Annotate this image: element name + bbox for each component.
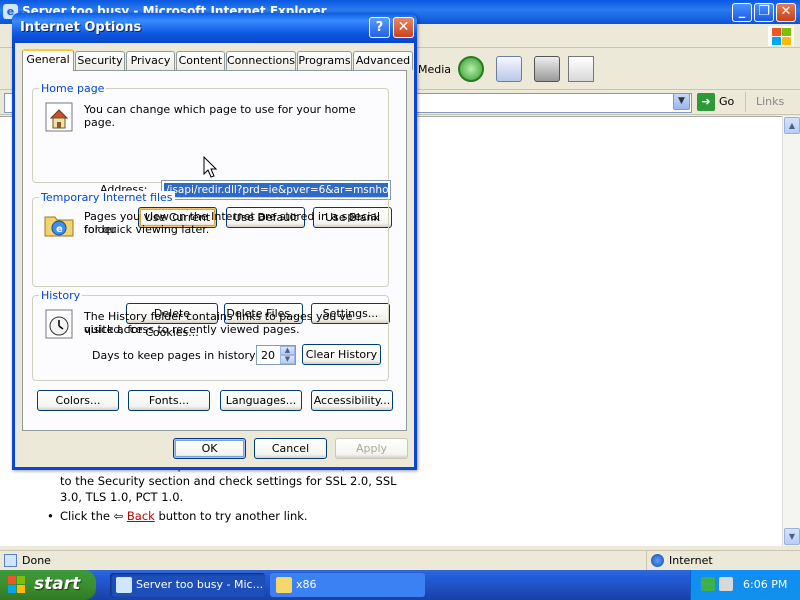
taskbar: start Server too busy - Mic... x86 6:06 …	[0, 570, 800, 600]
task-label: Server too busy - Mic...	[136, 578, 264, 591]
start-button[interactable]: start	[0, 570, 96, 600]
svg-text:e: e	[56, 224, 63, 235]
clock[interactable]: 6:06 PM	[743, 578, 787, 591]
tab-privacy[interactable]: Privacy	[126, 51, 175, 70]
days-to-keep-stepper[interactable]: 20 ▲ ▼	[256, 345, 296, 365]
tab-programs[interactable]: Programs	[297, 51, 352, 70]
temp-text-line2: for quick viewing later.	[84, 223, 210, 236]
apply-button[interactable]: Apply	[335, 438, 408, 459]
tab-general[interactable]: General	[22, 49, 74, 71]
zone-label: Internet	[669, 554, 713, 567]
home-page-icon	[45, 102, 73, 132]
print-icon[interactable]	[534, 56, 560, 82]
system-tray: 6:06 PM	[690, 570, 800, 600]
group-label: Temporary Internet files	[39, 191, 175, 204]
back-link[interactable]: Back	[127, 509, 155, 523]
spin-up-icon[interactable]: ▲	[280, 346, 295, 355]
dialog-title-bar[interactable]: Internet Options	[12, 13, 417, 43]
globe-icon	[651, 554, 664, 567]
history-group: History The History folder contains link…	[32, 289, 389, 381]
history-icon[interactable]	[458, 56, 484, 82]
task-label: x86	[296, 578, 317, 591]
dialog-title: Internet Options	[20, 20, 142, 35]
cancel-button[interactable]: Cancel	[254, 438, 327, 459]
network-icon[interactable]	[701, 577, 715, 591]
edit-icon[interactable]	[568, 56, 594, 82]
address-dropdown-icon[interactable]: ▼	[673, 93, 690, 110]
tab-content[interactable]: Content	[176, 51, 225, 70]
help-button[interactable]: ?	[369, 17, 390, 38]
dialog-close-button[interactable]: ✕	[393, 17, 414, 38]
security-zone: Internet	[646, 551, 800, 570]
minimize-button[interactable]: _	[732, 3, 752, 22]
go-arrow-icon: ➜	[697, 93, 715, 111]
list-item: • Click the ⇦ Back button to try another…	[47, 508, 420, 524]
bullet: •	[47, 509, 54, 523]
group-label: Home page	[39, 82, 107, 95]
taskbar-item-folder[interactable]: x86	[270, 573, 425, 597]
history-text-line2: quick access to recently viewed pages.	[84, 323, 300, 336]
languages-button[interactable]: Languages...	[220, 390, 302, 411]
fonts-button[interactable]: Fonts...	[128, 390, 210, 411]
ok-button[interactable]: OK	[173, 438, 246, 459]
status-bar: Done Internet	[0, 550, 800, 570]
ie-icon	[116, 577, 132, 593]
maximize-button[interactable]: ❐	[754, 3, 774, 22]
windows-logo-icon	[8, 576, 26, 594]
back-arrow-icon: ⇦	[113, 509, 124, 523]
page-line: 3.0, TLS 1.0, PCT 1.0.	[60, 490, 184, 504]
clear-history-button[interactable]: Clear History	[302, 344, 381, 365]
home-address-value: /isapi/redir.dll?prd=ie&pver=6&ar=msnhom…	[164, 183, 388, 197]
go-button[interactable]: ➜ Go	[697, 92, 734, 112]
home-page-description: You can change which page to use for you…	[84, 103, 356, 129]
taskbar-item-ie[interactable]: Server too busy - Mic...	[110, 573, 265, 597]
colors-button[interactable]: Colors...	[37, 390, 119, 411]
start-label: start	[34, 574, 81, 594]
tab-security[interactable]: Security	[75, 51, 125, 70]
status-text: Done	[22, 554, 51, 567]
folder-icon	[276, 577, 292, 593]
history-clock-icon	[45, 309, 73, 339]
page-line: to the Security section and check settin…	[60, 474, 397, 488]
mail-icon[interactable]	[496, 56, 522, 82]
tab-connections[interactable]: Connections	[226, 51, 296, 70]
group-label: History	[39, 289, 83, 302]
go-label: Go	[719, 95, 735, 108]
general-tab-panel: Home page You can change which page to u…	[22, 70, 407, 431]
bullet-text-post: button to try another link.	[158, 509, 308, 523]
internet-options-dialog: Internet Options ? ✕ General Security Pr…	[12, 13, 417, 470]
media-button[interactable]: Media	[418, 56, 451, 84]
accessibility-button[interactable]: Accessibility...	[311, 390, 393, 411]
days-value: 20	[261, 349, 275, 362]
vertical-scrollbar[interactable]: ▲ ▼	[782, 116, 800, 546]
temporary-files-group: Temporary Internet files e Pages you vie…	[32, 191, 389, 287]
temporary-files-icon: e	[44, 216, 74, 237]
page-icon	[4, 554, 17, 567]
ie-close-button[interactable]: ✕	[776, 3, 796, 22]
windows-flag-logo	[768, 26, 794, 46]
tab-advanced[interactable]: Advanced	[353, 51, 413, 70]
spin-down-icon[interactable]: ▼	[280, 355, 295, 364]
links-button[interactable]: Links	[745, 92, 784, 112]
mouse-pointer-icon	[203, 156, 217, 178]
days-label: Days to keep pages in history:	[92, 349, 259, 362]
bullet-text: Click the	[60, 509, 110, 523]
scroll-down-icon[interactable]: ▼	[784, 528, 800, 545]
scroll-up-icon[interactable]: ▲	[784, 117, 800, 134]
volume-icon[interactable]	[719, 577, 733, 591]
